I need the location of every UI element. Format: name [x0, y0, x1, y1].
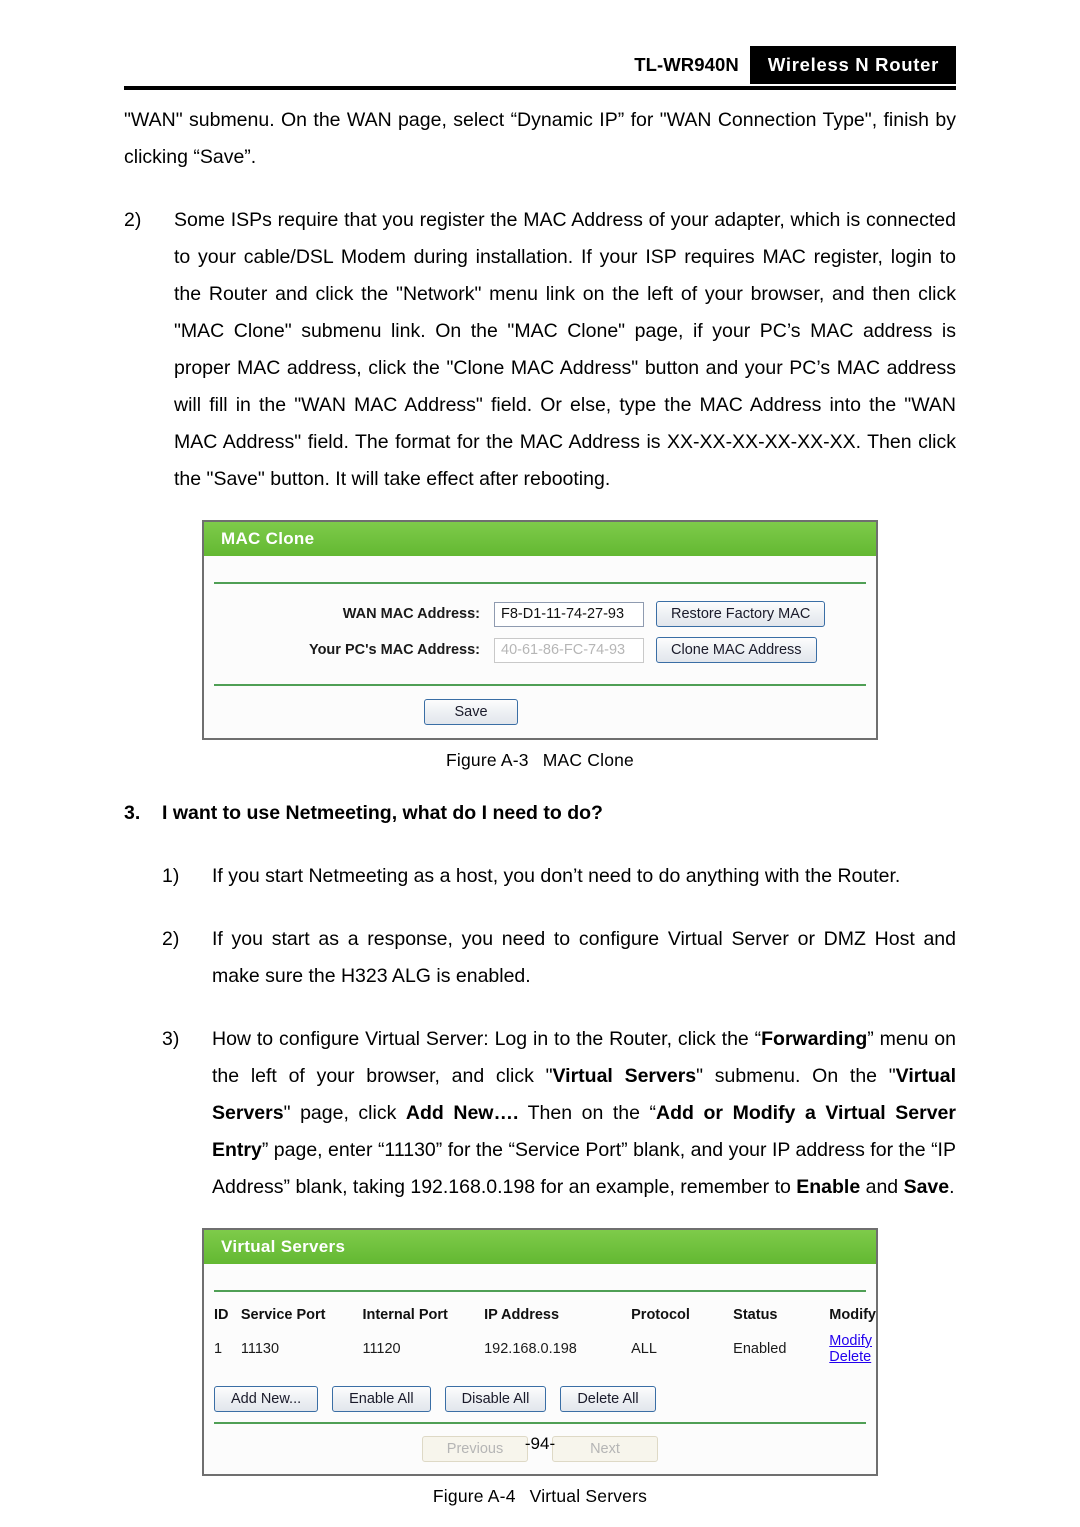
virtual-servers-table: ID Service Port Internal Port IP Address… — [204, 1302, 876, 1370]
mac-clone-panel-title: MAC Clone — [204, 522, 876, 556]
virtual-servers-panel-title: Virtual Servers — [204, 1230, 876, 1264]
cell-modify-actions: Modify Delete — [829, 1328, 876, 1370]
wan-mac-address-label: WAN MAC Address: — [342, 606, 480, 622]
wan-mac-address-input[interactable]: F8-D1-11-74-27-93 — [494, 601, 644, 627]
disable-all-button[interactable]: Disable All — [444, 1386, 547, 1412]
pc-mac-address-label: Your PC's MAC Address: — [308, 642, 480, 658]
q3-list-item-3: 3) How to configure Virtual Server: Log … — [162, 1021, 956, 1206]
col-header-ip-address: IP Address — [484, 1307, 560, 1323]
virtual-servers-panel-spacer — [204, 1264, 876, 1290]
mac-clone-form: WAN MAC Address: F8-D1-11-74-27-93 Resto… — [204, 584, 876, 684]
mac-clone-panel-spacer — [204, 556, 876, 582]
q3-list-item-1: 1) If you start Netmeeting as a host, yo… — [162, 858, 956, 895]
figure-virtual-servers: Virtual Servers ID Service Port Internal… — [124, 1228, 956, 1507]
header-divider-rule — [124, 86, 956, 90]
col-header-service-port: Service Port — [240, 1307, 326, 1323]
table-row: 1 11130 11120 192.168.0.198 ALL Enabled … — [204, 1328, 876, 1370]
cell-status: Enabled — [733, 1341, 787, 1357]
page-number: -94- — [524, 1434, 556, 1453]
mac-clone-panel: MAC Clone WAN MAC Address: F8-D1-11-74-2… — [202, 520, 878, 740]
col-header-status: Status — [733, 1307, 778, 1323]
figure-a3-title: MAC Clone — [542, 750, 634, 770]
cell-id: 1 — [214, 1341, 223, 1357]
list-item-2-text: Some ISPs require that you register the … — [174, 209, 956, 490]
add-new-button[interactable]: Add New... — [214, 1386, 319, 1412]
q3-list-item-2-marker: 2) — [162, 928, 180, 950]
q3-list-item-1-text: If you start Netmeeting as a host, you d… — [212, 865, 901, 887]
figure-a3-caption: Figure A-3 MAC Clone — [124, 750, 956, 771]
virtual-servers-table-body: 1 11130 11120 192.168.0.198 ALL Enabled … — [204, 1328, 876, 1370]
page-header: TL-WR940N Wireless N Router — [124, 46, 956, 92]
figure-a4-number: Figure A-4 — [432, 1486, 516, 1506]
list-item-2: 2) Some ISPs require that you register t… — [124, 202, 956, 498]
mac-clone-save-row: Save — [204, 686, 876, 738]
pc-mac-address-row: Your PC's MAC Address: 40-61-86-FC-74-93… — [204, 634, 876, 666]
header-row: TL-WR940N Wireless N Router — [124, 46, 956, 84]
question-3-heading: I want to use Netmeeting, what do I need… — [162, 802, 603, 824]
restore-factory-mac-button[interactable]: Restore Factory MAC — [656, 601, 826, 627]
delete-all-button[interactable]: Delete All — [560, 1386, 656, 1412]
q3-list-item-2-text: If you start as a response, you need to … — [212, 928, 956, 987]
router-model-label: TL-WR940N — [634, 54, 739, 75]
list-item-2-body: Some ISPs require that you register the … — [174, 202, 956, 498]
cell-internal-port: 11120 — [362, 1341, 401, 1357]
question-3: 3. I want to use Netmeeting, what do I n… — [124, 795, 956, 832]
col-header-modify: Modify — [829, 1307, 876, 1323]
modify-link[interactable]: Modify — [829, 1333, 872, 1349]
router-type-badge: Wireless N Router — [749, 46, 956, 84]
q3-list-item-3-body: How to configure Virtual Server: Log in … — [212, 1021, 956, 1206]
q3-list-item-2-body: If you start as a response, you need to … — [212, 921, 956, 995]
q3-list-item-2: 2) If you start as a response, you need … — [162, 921, 956, 995]
list-item-2-marker: 2) — [124, 209, 142, 231]
virtual-servers-table-area: ID Service Port Internal Port IP Address… — [204, 1292, 876, 1370]
table-header-row: ID Service Port Internal Port IP Address… — [204, 1302, 876, 1328]
wan-mac-address-row: WAN MAC Address: F8-D1-11-74-27-93 Resto… — [204, 598, 876, 630]
q3-list-item-3-text: How to configure Virtual Server: Log in … — [212, 1028, 956, 1198]
figure-mac-clone: MAC Clone WAN MAC Address: F8-D1-11-74-2… — [124, 520, 956, 771]
figure-a3-number: Figure A-3 — [445, 750, 529, 770]
figure-a4-title: Virtual Servers — [529, 1486, 648, 1506]
q3-list-item-1-marker: 1) — [162, 865, 180, 887]
mac-clone-save-button[interactable]: Save — [424, 699, 518, 725]
virtual-servers-action-buttons: Add New... Enable All Disable All Delete… — [204, 1370, 876, 1422]
question-3-number: 3. — [124, 802, 141, 824]
col-header-protocol: Protocol — [631, 1307, 690, 1323]
q3-list-item-1-body: If you start Netmeeting as a host, you d… — [212, 858, 956, 895]
page-content: "WAN" submenu. On the WAN page, select “… — [124, 102, 956, 1507]
col-header-internal-port: Internal Port — [362, 1307, 448, 1323]
col-header-id: ID — [214, 1307, 229, 1323]
q3-list-item-3-marker: 3) — [162, 1028, 180, 1050]
pc-mac-address-input[interactable]: 40-61-86-FC-74-93 — [494, 637, 644, 663]
paragraph-continued: "WAN" submenu. On the WAN page, select “… — [124, 109, 956, 168]
cell-protocol: ALL — [631, 1341, 657, 1357]
clone-mac-address-button[interactable]: Clone MAC Address — [656, 637, 817, 663]
delete-link[interactable]: Delete — [829, 1349, 871, 1365]
figure-a4-caption: Figure A-4 Virtual Servers — [124, 1486, 956, 1507]
mac-clone-panel-wrapper: MAC Clone WAN MAC Address: F8-D1-11-74-2… — [202, 520, 878, 740]
cell-service-port: 11130 — [240, 1341, 280, 1357]
virtual-servers-table-head: ID Service Port Internal Port IP Address… — [204, 1302, 876, 1328]
cell-ip-address: 192.168.0.198 — [484, 1341, 577, 1357]
enable-all-button[interactable]: Enable All — [332, 1386, 431, 1412]
